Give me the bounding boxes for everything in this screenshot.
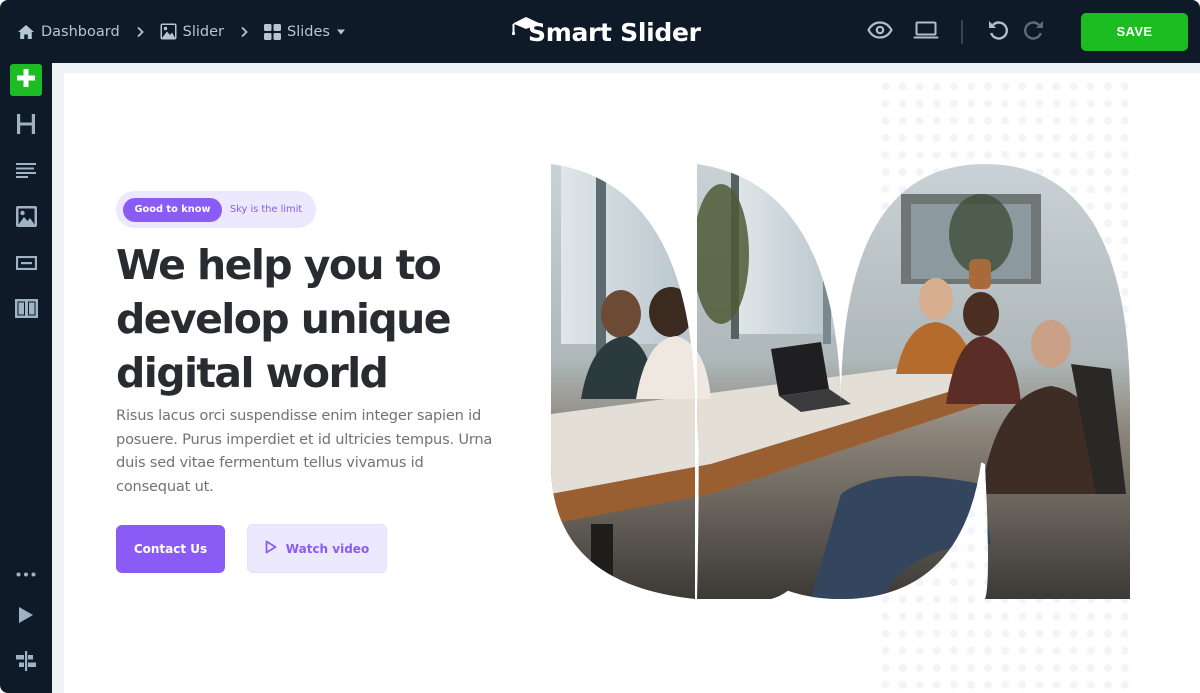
image-icon — [15, 205, 37, 231]
toolbar-actions: SAVE — [867, 0, 1188, 63]
button-icon — [15, 255, 37, 274]
plus-icon — [16, 68, 36, 92]
eye-icon — [867, 20, 893, 43]
layers-sidebar — [0, 63, 52, 693]
slide-headline[interactable]: We help you to develop unique digital wo… — [116, 238, 496, 400]
slide-image[interactable] — [551, 164, 1130, 599]
redo-icon — [1023, 19, 1045, 45]
breadcrumb-label: Slider — [182, 23, 225, 40]
slide-body-text[interactable]: Risus lacus orci suspendisse enim intege… — [116, 404, 496, 498]
top-bar: Dashboard Slider Slides Smart Slider SAV… — [0, 0, 1200, 63]
redo-button[interactable] — [1021, 19, 1047, 45]
badge-text: Sky is the limit — [230, 204, 303, 215]
play-preview-button[interactable] — [10, 601, 42, 633]
more-dots-icon — [16, 562, 36, 581]
columns-icon — [14, 298, 38, 322]
align-button[interactable] — [10, 647, 42, 679]
play-icon — [18, 606, 34, 628]
align-center-icon — [15, 651, 37, 675]
breadcrumb-label: Slides — [287, 23, 330, 40]
add-text-button[interactable] — [10, 156, 42, 188]
add-image-button[interactable] — [10, 202, 42, 234]
home-icon — [17, 24, 35, 40]
add-button-layer-button[interactable] — [10, 248, 42, 280]
more-options-button[interactable] — [10, 555, 42, 587]
undo-icon — [987, 19, 1009, 45]
breadcrumb-slider[interactable]: Slider — [160, 23, 224, 40]
watch-video-button[interactable]: Watch video — [247, 524, 387, 573]
badge-tag: Good to know — [123, 197, 222, 222]
play-outline-icon — [265, 540, 277, 557]
save-button[interactable]: SAVE — [1081, 12, 1188, 51]
logo-text: Smart Slider — [528, 17, 701, 47]
breadcrumb-dashboard[interactable]: Dashboard — [17, 24, 120, 40]
headline-line: digital world — [116, 349, 389, 397]
meeting-photo — [551, 164, 1130, 599]
undo-button[interactable] — [985, 19, 1011, 45]
caret-down-icon — [336, 29, 346, 35]
laptop-icon — [913, 21, 939, 43]
breadcrumb: Dashboard Slider Slides — [17, 0, 346, 63]
chevron-right-icon — [240, 26, 248, 38]
graduation-cap-icon — [510, 14, 540, 50]
image-icon — [160, 23, 177, 40]
headline-line: We help you to — [116, 241, 442, 289]
toolbar-divider — [961, 19, 963, 44]
breadcrumb-label: Dashboard — [41, 23, 120, 40]
add-layer-button[interactable] — [10, 64, 42, 96]
watch-video-label: Watch video — [285, 541, 370, 556]
add-heading-button[interactable] — [10, 110, 42, 142]
badge-pill[interactable]: Good to know Sky is the limit — [116, 191, 316, 228]
headline-line: develop unique — [116, 295, 452, 343]
app-logo: Smart Slider — [510, 12, 701, 52]
contact-us-button[interactable]: Contact Us — [116, 525, 225, 573]
grid-icon — [264, 23, 282, 40]
chevron-right-icon — [136, 26, 144, 38]
preview-button[interactable] — [867, 19, 893, 45]
heading-icon — [16, 113, 36, 139]
text-align-icon — [16, 162, 36, 182]
add-columns-button[interactable] — [10, 294, 42, 326]
breadcrumb-slides[interactable]: Slides — [264, 23, 346, 40]
device-view-button[interactable] — [913, 19, 939, 45]
